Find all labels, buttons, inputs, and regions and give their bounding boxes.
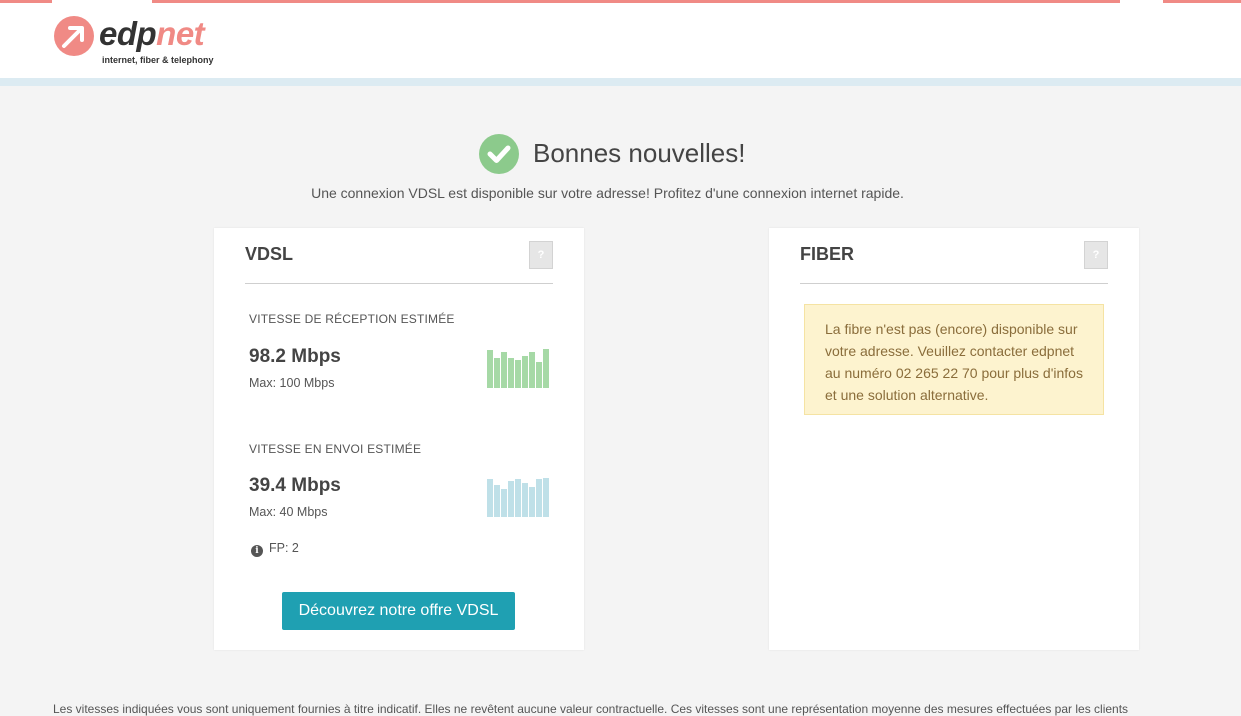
logo-tagline: internet, fiber & telephony — [102, 55, 214, 65]
header-accent-bar — [1163, 0, 1241, 3]
download-speed-bars — [487, 348, 549, 388]
header-divider — [0, 78, 1241, 86]
speed-bar — [543, 478, 549, 517]
speed-bar — [529, 487, 535, 517]
site-header: edpnet internet, fiber & telephony — [0, 0, 1241, 78]
divider — [800, 283, 1108, 284]
speed-bar — [543, 349, 549, 388]
speed-bar — [508, 358, 514, 388]
speed-bar — [522, 483, 528, 517]
header-accent-bar — [0, 0, 52, 3]
logo-wordmark: edpnet — [99, 15, 205, 52]
checkmark-icon — [479, 134, 519, 174]
info-icon: i — [251, 545, 263, 557]
speed-bar — [487, 479, 493, 517]
speed-bar — [494, 485, 500, 517]
speed-bar — [536, 362, 542, 388]
speed-bar — [536, 479, 542, 517]
speed-bar — [494, 358, 500, 388]
page-subtitle: Une connexion VDSL est disponible sur vo… — [311, 185, 904, 201]
vdsl-card-title: VDSL — [245, 244, 294, 264]
download-speed-max: Max: 100 Mbps — [249, 376, 335, 390]
speed-bar — [515, 360, 521, 388]
vdsl-help-button[interactable]: ? — [529, 241, 553, 269]
fiber-help-button[interactable]: ? — [1084, 241, 1108, 269]
fp-value: FP: 2 — [269, 541, 299, 555]
download-speed-label: VITESSE DE RÉCEPTION ESTIMÉE — [249, 312, 455, 326]
speed-bar — [501, 352, 507, 388]
upload-speed-label: VITESSE EN ENVOI ESTIMÉE — [249, 442, 422, 456]
logo-arrow-icon — [54, 16, 94, 56]
download-speed-value: 98.2 Mbps — [249, 346, 341, 367]
speed-bar — [487, 350, 493, 388]
vdsl-card: VDSL ? VITESSE DE RÉCEPTION ESTIMÉE 98.2… — [214, 228, 584, 650]
fiber-card-title: FIBER — [800, 244, 854, 264]
speed-bar — [529, 352, 535, 388]
header-accent-bar — [152, 0, 1120, 3]
upload-speed-max: Max: 40 Mbps — [249, 505, 328, 519]
speed-bar — [508, 481, 514, 517]
divider — [245, 283, 553, 284]
speed-bar — [515, 479, 521, 517]
page-title: Bonnes nouvelles! — [533, 138, 746, 168]
upload-speed-bars — [487, 477, 549, 517]
discover-vdsl-offer-button[interactable]: Découvrez notre offre VDSL — [282, 592, 515, 630]
fiber-card: FIBER ? La fibre n'est pas (encore) disp… — [769, 228, 1139, 650]
speed-bar — [522, 356, 528, 388]
speed-disclaimer: Les vitesses indiquées vous sont uniquem… — [53, 702, 1129, 716]
fiber-unavailable-notice: La fibre n'est pas (encore) disponible s… — [804, 304, 1104, 415]
upload-speed-value: 39.4 Mbps — [249, 475, 341, 496]
fp-info: i FP: 2 — [251, 541, 299, 557]
speed-bar — [501, 489, 507, 517]
